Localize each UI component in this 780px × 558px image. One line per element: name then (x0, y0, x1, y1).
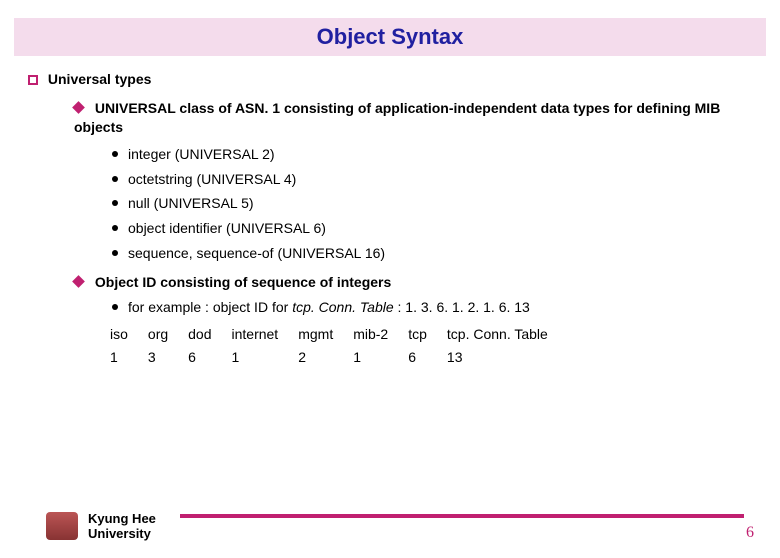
oid-value: 1 (100, 346, 138, 369)
dot-icon (112, 225, 118, 231)
slide-content: Universal types UNIVERSAL class of ASN. … (0, 56, 780, 369)
bullet-text: consisting of sequence of integers (156, 274, 391, 290)
bullet-universal: UNIVERSAL class of ASN. 1 consisting of … (74, 99, 752, 137)
table-row: 1 3 6 1 2 1 6 13 (100, 346, 558, 369)
list-item: null (UNIVERSAL 5) (112, 194, 752, 213)
list-item-text: integer (UNIVERSAL 2) (128, 146, 275, 162)
oid-label: mgmt (288, 323, 343, 346)
list-item-text: object identifier (UNIVERSAL 6) (128, 220, 326, 236)
list-item: sequence, sequence-of (UNIVERSAL 16) (112, 244, 752, 263)
list-item: integer (UNIVERSAL 2) (112, 145, 752, 164)
example-prefix: for example : object ID for (128, 299, 292, 315)
list-item-text: null (UNIVERSAL 5) (128, 195, 254, 211)
footer-divider (180, 514, 744, 518)
bullet-lead: Object ID (95, 274, 156, 290)
example-italic: tcp. Conn. Table (292, 299, 393, 315)
list-item: object identifier (UNIVERSAL 6) (112, 219, 752, 238)
university-logo-icon (46, 512, 78, 540)
universal-type-list: integer (UNIVERSAL 2) octetstring (UNIVE… (112, 145, 752, 263)
section-heading: Universal types (28, 70, 752, 89)
oid-value: 1 (222, 346, 289, 369)
oid-value: 6 (398, 346, 437, 369)
dot-icon (112, 151, 118, 157)
slide-title: Object Syntax (14, 18, 766, 56)
oid-value: 13 (437, 346, 558, 369)
section-label: Universal types (48, 70, 152, 89)
oid-label: tcp. Conn. Table (437, 323, 558, 346)
example-suffix: : 1. 3. 6. 1. 2. 1. 6. 13 (394, 299, 530, 315)
oid-value: 2 (288, 346, 343, 369)
dot-icon (112, 304, 118, 310)
oid-label: dod (178, 323, 221, 346)
list-item: octetstring (UNIVERSAL 4) (112, 170, 752, 189)
list-item: for example : object ID for tcp. Conn. T… (112, 298, 752, 317)
oid-value: 1 (343, 346, 398, 369)
bullet-lead: UNIVERSAL (95, 100, 176, 116)
hollow-square-icon (28, 75, 38, 85)
footer: Kyung Hee University 6 (0, 498, 780, 542)
list-item-text: sequence, sequence-of (UNIVERSAL 16) (128, 245, 385, 261)
oid-example: for example : object ID for tcp. Conn. T… (112, 298, 752, 317)
table-row: iso org dod internet mgmt mib-2 tcp tcp.… (100, 323, 558, 346)
bullet-object-id: Object ID consisting of sequence of inte… (74, 273, 752, 292)
list-item-text: octetstring (UNIVERSAL 4) (128, 171, 296, 187)
oid-label: iso (100, 323, 138, 346)
dot-icon (112, 250, 118, 256)
university-line1: Kyung Hee (88, 511, 156, 527)
diamond-icon (72, 101, 85, 114)
oid-table: iso org dod internet mgmt mib-2 tcp tcp.… (100, 323, 558, 369)
oid-label: tcp (398, 323, 437, 346)
university-name: Kyung Hee University (88, 511, 156, 542)
oid-value: 6 (178, 346, 221, 369)
oid-label: mib-2 (343, 323, 398, 346)
oid-label: internet (222, 323, 289, 346)
dot-icon (112, 200, 118, 206)
oid-value: 3 (138, 346, 178, 369)
diamond-icon (72, 275, 85, 288)
dot-icon (112, 176, 118, 182)
page-number: 6 (746, 524, 754, 542)
oid-label: org (138, 323, 178, 346)
